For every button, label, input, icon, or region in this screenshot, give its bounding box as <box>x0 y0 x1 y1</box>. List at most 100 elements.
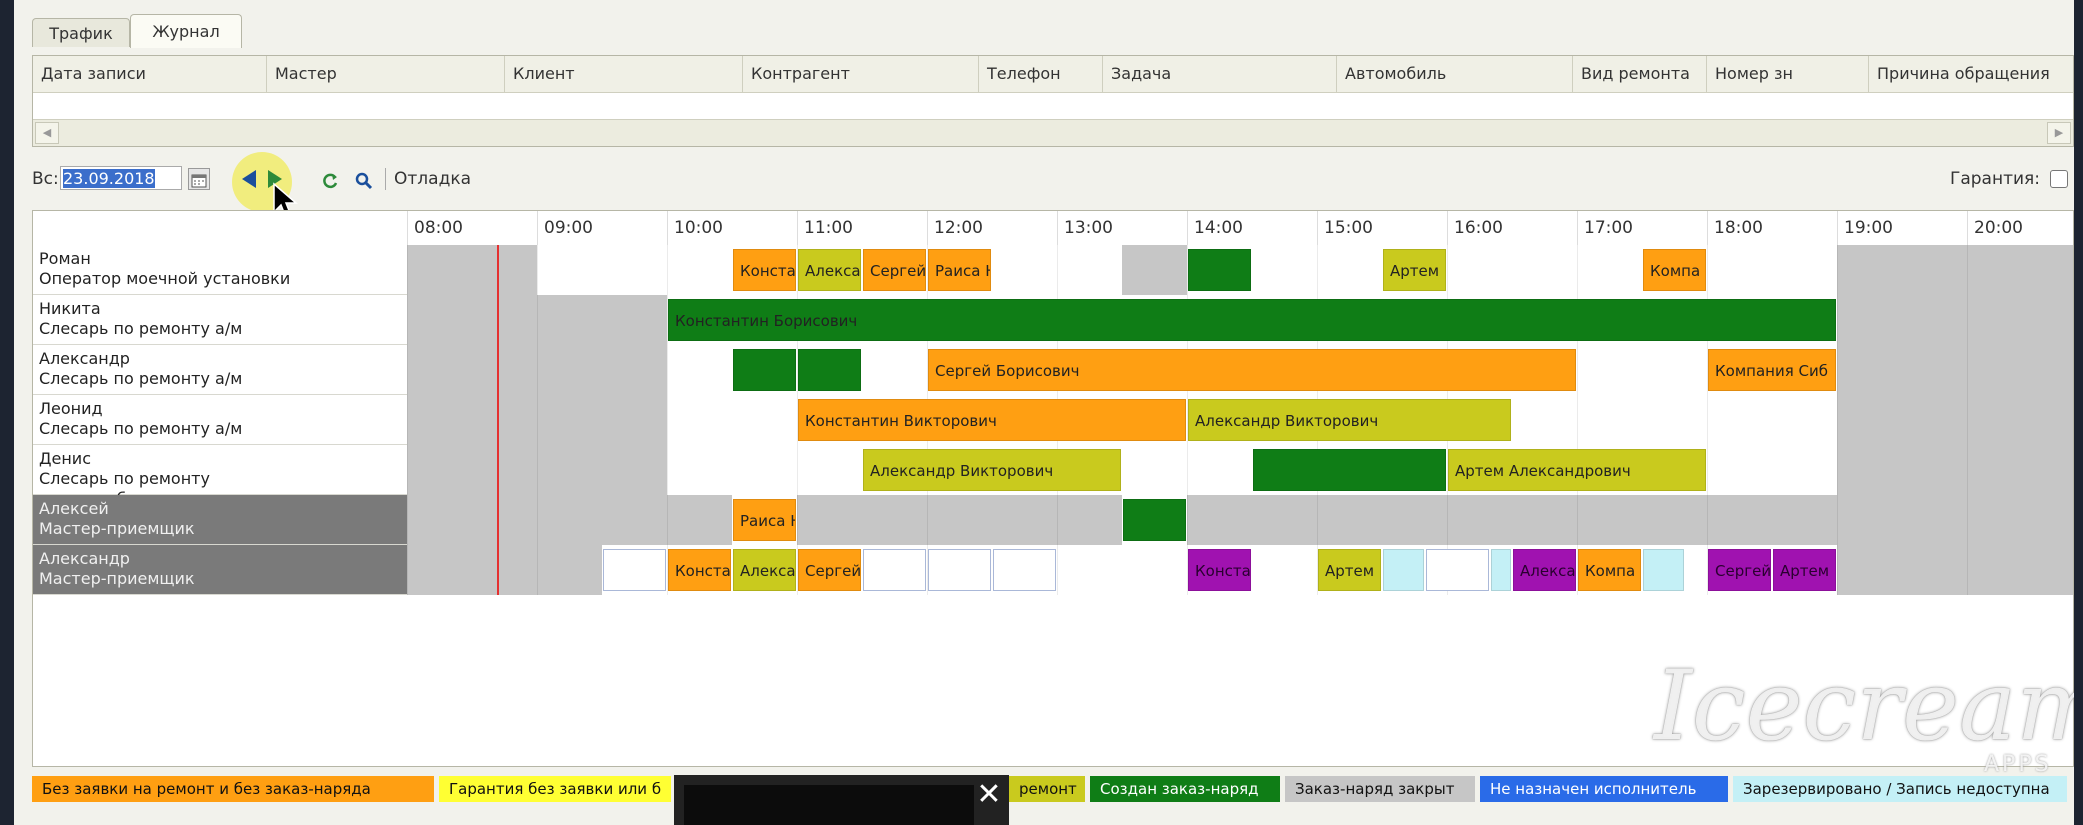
legend-guarantee: Гарантия без заявки или б <box>439 776 671 802</box>
schedule-event[interactable]: Александр Викторович <box>863 449 1121 491</box>
hour-gridline <box>407 245 408 595</box>
schedule-event[interactable] <box>603 549 666 591</box>
schedule-event[interactable] <box>798 349 861 391</box>
schedule-event[interactable]: Конста <box>733 249 796 291</box>
legend-repair: ремонт <box>1009 776 1085 802</box>
current-time-line <box>497 245 499 595</box>
schedule-event[interactable] <box>733 349 796 391</box>
legend-reserved: Зарезервировано / Запись недоступна <box>1733 776 2067 802</box>
tab-journal[interactable]: Журнал <box>130 14 242 48</box>
app-window: Трафик Журнал Дата записи Мастер Клиент … <box>14 0 2074 825</box>
schedule-event[interactable] <box>1643 549 1685 591</box>
schedule-event[interactable]: Константин Борисович <box>668 299 1836 341</box>
schedule-event[interactable] <box>1383 549 1425 591</box>
schedule-event[interactable]: Алекса <box>733 549 796 591</box>
staff-role: Мастер-приемщик <box>39 569 195 588</box>
staff-name: Александр <box>39 349 130 368</box>
unavailable-block <box>537 495 732 545</box>
staff-name: Денис <box>39 449 91 468</box>
close-icon[interactable]: ✕ <box>969 775 1009 815</box>
col-car[interactable]: Автомобиль <box>1337 56 1573 92</box>
schedule-event[interactable]: Константин Викторович <box>798 399 1186 441</box>
date-field[interactable]: 23.09.2018 <box>60 166 182 190</box>
staff-row-label: Александр Мастер-приемщик <box>33 545 407 595</box>
schedule-event[interactable] <box>928 549 991 591</box>
staff-row-label: Александр Слесарь по ремонту а/м <box>33 345 407 395</box>
schedule-event[interactable]: Артем Александрович <box>1448 449 1706 491</box>
schedule-event[interactable]: Сергей Борисович <box>928 349 1576 391</box>
scroll-left-icon[interactable]: ◀ <box>35 122 59 144</box>
schedule-event[interactable] <box>993 549 1056 591</box>
schedule-event[interactable] <box>1426 549 1490 591</box>
schedule-event[interactable]: Конста <box>668 549 731 591</box>
schedule-event[interactable] <box>1491 549 1511 591</box>
tab-traffic[interactable]: Трафик <box>32 18 130 47</box>
calendar-icon[interactable] <box>188 168 210 190</box>
staff-name: Александр <box>39 549 130 568</box>
hour-gridline <box>1707 245 1708 595</box>
schedule-event[interactable]: Александр Викторович <box>1188 399 1511 441</box>
schedule-event[interactable]: Компания Сиб <box>1708 349 1836 391</box>
guarantee-label: Гарантия: <box>1949 169 2040 189</box>
col-record-date[interactable]: Дата записи <box>33 56 267 92</box>
unavailable-block <box>797 495 1122 545</box>
unavailable-block <box>537 395 667 445</box>
schedule-event[interactable] <box>1253 449 1446 491</box>
schedule-event[interactable]: Алекса <box>798 249 861 291</box>
schedule-event[interactable]: Артем <box>1383 249 1446 291</box>
schedule-event[interactable]: Артем <box>1773 549 1836 591</box>
unavailable-block <box>1187 495 1837 545</box>
col-phone[interactable]: Телефон <box>979 56 1103 92</box>
hour-label: 09:00 <box>537 211 667 245</box>
video-overlay-popup: ✕ <box>674 775 1009 825</box>
watermark-logo: Icecream <box>1654 650 2074 762</box>
col-master[interactable]: Мастер <box>267 56 505 92</box>
col-order-number[interactable]: Номер зн <box>1707 56 1869 92</box>
unavailable-block <box>537 445 667 495</box>
unavailable-block <box>537 545 602 595</box>
col-contractor[interactable]: Контрагент <box>743 56 979 92</box>
hour-label: 10:00 <box>667 211 797 245</box>
staff-role: Слесарь по ремонту а/м <box>39 419 243 438</box>
journal-table: Дата записи Мастер Клиент Контрагент Тел… <box>32 55 2074 147</box>
schedule-event[interactable]: Алекса <box>1513 549 1576 591</box>
hour-gridline <box>1967 245 1968 595</box>
schedule-event[interactable]: Раиса Н <box>928 249 991 291</box>
hour-gridline <box>1577 245 1578 595</box>
col-repair-type[interactable]: Вид ремонта <box>1573 56 1707 92</box>
staff-row-label: Леонид Слесарь по ремонту а/м <box>33 395 407 445</box>
table-header: Дата записи Мастер Клиент Контрагент Тел… <box>33 56 2073 93</box>
col-task[interactable]: Задача <box>1103 56 1337 92</box>
staff-name: Леонид <box>39 399 103 418</box>
schedule-event[interactable] <box>863 549 926 591</box>
hour-gridline <box>537 245 538 595</box>
horizontal-scrollbar[interactable]: ◀ ▶ <box>33 119 2073 146</box>
scroll-right-icon[interactable]: ▶ <box>2047 122 2071 144</box>
schedule-event[interactable]: Раиса Н <box>733 499 796 541</box>
col-reason[interactable]: Причина обращения <box>1869 56 2073 92</box>
unavailable-block <box>537 295 667 345</box>
legend-no-executor: Не назначен исполнитель <box>1480 776 1728 802</box>
guarantee-checkbox[interactable] <box>2050 170 2068 188</box>
schedule-event[interactable]: Артем <box>1318 549 1381 591</box>
staff-role: Слесарь по ремонту а/м <box>39 319 243 338</box>
hour-gridline <box>667 245 668 595</box>
debug-button[interactable]: Отладка <box>394 162 471 196</box>
schedule-event[interactable]: Сергей <box>1708 549 1771 591</box>
staff-row-label: Никита Слесарь по ремонту а/м <box>33 295 407 345</box>
staff-role: Слесарь по ремонту а/м <box>39 369 243 388</box>
unavailable-block <box>537 345 667 395</box>
schedule-event[interactable]: Сергей <box>798 549 861 591</box>
col-client[interactable]: Клиент <box>505 56 743 92</box>
schedule-event[interactable]: Конста <box>1188 549 1251 591</box>
schedule-event[interactable]: Сергей <box>863 249 926 291</box>
refresh-icon[interactable] <box>320 169 340 189</box>
schedule-event[interactable] <box>1188 249 1251 291</box>
staff-name: Никита <box>39 299 101 318</box>
arrow-left-icon[interactable] <box>238 168 260 190</box>
schedule-event[interactable]: Компа <box>1578 549 1641 591</box>
schedule-event[interactable]: Компа <box>1643 249 1706 291</box>
schedule-toolbar: Вс: 23.09.2018 Отладка Гарантия: <box>32 152 2072 221</box>
search-icon[interactable] <box>354 169 374 190</box>
schedule-event[interactable] <box>1123 499 1186 541</box>
